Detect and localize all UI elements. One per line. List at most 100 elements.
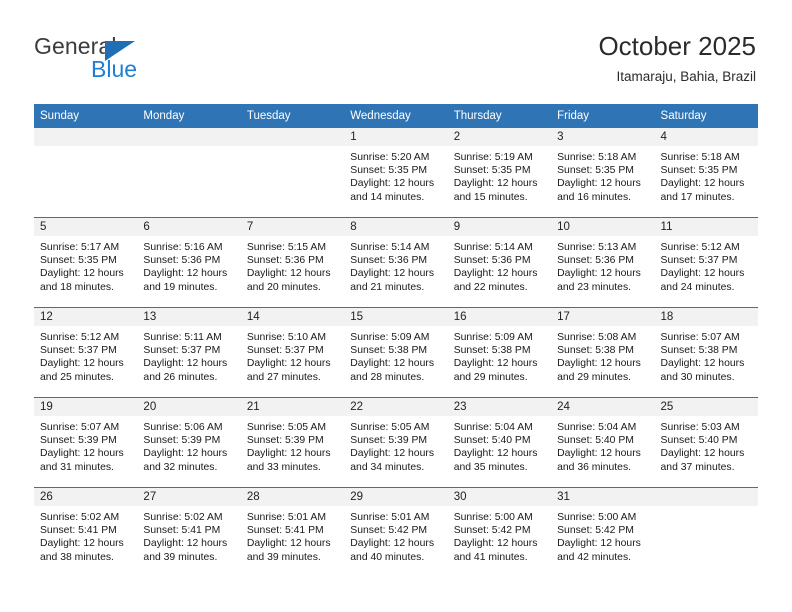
sunset-text: Sunset: 5:35 PM [40,255,117,267]
day-number: 19 [34,398,138,416]
calendar-day-cell[interactable]: 12 Sunrise: 5:12 AM Sunset: 5:37 PM Dayligh… [34,307,138,398]
sunset-text: Sunset: 5:36 PM [350,255,428,267]
sunset-text: Sunset: 5:38 PM [350,345,428,357]
daylight-text-line2: and 14 minutes. [350,191,425,203]
daylight-text-line2: and 18 minutes. [40,281,114,293]
calendar-day-cell[interactable]: 22 Sunrise: 5:05 AM Sunset: 5:39 PM Dayligh… [344,397,448,488]
sunset-text: Sunset: 5:37 PM [246,345,324,357]
weekday-header-friday: Friday [551,104,655,128]
weekday-header-sunday: Sunday [34,104,138,128]
day-number: 3 [551,128,655,146]
sunset-text: Sunset: 5:42 PM [350,525,428,537]
calendar-day-cell[interactable]: 3 Sunrise: 5:18 AM Sunset: 5:35 PM Daylight… [551,128,655,218]
sunset-text: Sunset: 5:39 PM [350,435,428,447]
daylight-text-line2: and 20 minutes. [246,281,321,293]
sunrise-text: Sunrise: 5:00 AM [453,512,533,523]
calendar-day-cell[interactable]: 10 Sunrise: 5:13 AM Sunset: 5:36 PM Dayligh… [551,217,655,308]
sunrise-text: Sunrise: 5:01 AM [246,512,326,523]
calendar-day-cell[interactable]: 15 Sunrise: 5:09 AM Sunset: 5:38 PM Dayligh… [344,307,448,398]
calendar-day-cell[interactable]: 14 Sunrise: 5:10 AM Sunset: 5:37 PM Dayligh… [240,307,345,398]
sunset-text: Sunset: 5:35 PM [557,165,634,177]
calendar-day-cell[interactable]: 21 Sunrise: 5:05 AM Sunset: 5:39 PM Dayligh… [240,397,345,488]
sunset-text: Sunset: 5:36 PM [246,255,324,267]
sunset-text: Sunset: 5:38 PM [557,345,634,357]
sunrise-text: Sunrise: 5:14 AM [350,242,430,253]
day-number: 28 [240,488,345,506]
day-number: 10 [551,218,655,236]
sunset-text: Sunset: 5:37 PM [143,345,221,357]
sunset-text: Sunset: 5:41 PM [246,525,324,537]
sunrise-text: Sunrise: 5:20 AM [350,152,430,163]
daylight-text-line2: and 22 minutes. [453,281,528,293]
daylight-text-line2: and 23 minutes. [557,281,632,293]
calendar-week-row: 1 Sunrise: 5:20 AM Sunset: 5:35 PM Daylight… [34,128,758,218]
day-details: Sunrise: 5:15 AM Sunset: 5:36 PM Daylight:… [241,236,344,294]
calendar-day-cell[interactable]: 4 Sunrise: 5:18 AM Sunset: 5:35 PM Daylight… [654,128,758,218]
daylight-text-line1: Daylight: 12 hours [143,448,228,460]
calendar-day-cell[interactable]: 29 Sunrise: 5:01 AM Sunset: 5:42 PM Dayligh… [344,487,448,577]
daylight-text-line1: Daylight: 12 hours [660,448,745,460]
calendar-day-cell[interactable]: 17 Sunrise: 5:08 AM Sunset: 5:38 PM Dayligh… [551,307,655,398]
day-number: 9 [447,218,552,236]
calendar-day-cell[interactable]: 6 Sunrise: 5:16 AM Sunset: 5:36 PM Daylight… [137,217,241,308]
day-number [34,128,138,146]
sunset-text: Sunset: 5:36 PM [453,255,531,267]
calendar-day-cell[interactable]: 2 Sunrise: 5:19 AM Sunset: 5:35 PM Daylight… [447,128,552,218]
day-details: Sunrise: 5:03 AM Sunset: 5:40 PM Daylight:… [655,416,758,474]
calendar-day-cell[interactable]: 28 Sunrise: 5:01 AM Sunset: 5:41 PM Dayligh… [240,487,345,577]
calendar-day-cell[interactable]: 23 Sunrise: 5:04 AM Sunset: 5:40 PM Dayligh… [447,397,552,488]
daylight-text-line2: and 15 minutes. [453,191,528,203]
calendar-day-cell[interactable]: 19 Sunrise: 5:07 AM Sunset: 5:39 PM Dayligh… [34,397,138,488]
calendar-day-cell[interactable]: 11 Sunrise: 5:12 AM Sunset: 5:37 PM Dayligh… [654,217,758,308]
calendar-day-cell[interactable]: 30 Sunrise: 5:00 AM Sunset: 5:42 PM Dayligh… [447,487,552,577]
weekday-header-tuesday: Tuesday [240,104,345,128]
day-number: 24 [551,398,655,416]
sunset-text: Sunset: 5:42 PM [453,525,531,537]
day-details: Sunrise: 5:18 AM Sunset: 5:35 PM Daylight:… [655,146,758,204]
daylight-text-line1: Daylight: 12 hours [557,178,641,190]
general-blue-logo: General Blue [34,34,184,86]
daylight-text-line2: and 35 minutes. [453,461,528,473]
sunrise-text: Sunrise: 5:18 AM [557,152,637,163]
day-details: Sunrise: 5:00 AM Sunset: 5:42 PM Daylight:… [551,506,654,564]
page-title: October 2025 [598,31,756,61]
daylight-text-line1: Daylight: 12 hours [246,268,331,280]
calendar-day-cell[interactable]: 31 Sunrise: 5:00 AM Sunset: 5:42 PM Dayligh… [551,487,655,577]
day-details: Sunrise: 5:14 AM Sunset: 5:36 PM Daylight:… [344,236,447,294]
calendar-day-cell[interactable]: 26 Sunrise: 5:02 AM Sunset: 5:41 PM Dayligh… [34,487,138,577]
calendar-day-cell[interactable]: 8 Sunrise: 5:14 AM Sunset: 5:36 PM Daylight… [344,217,448,308]
sunrise-text: Sunrise: 5:02 AM [143,512,223,523]
calendar-day-cell[interactable]: 18 Sunrise: 5:07 AM Sunset: 5:38 PM Dayligh… [654,307,758,398]
daylight-text-line1: Daylight: 12 hours [40,538,124,550]
calendar-day-cell[interactable]: 20 Sunrise: 5:06 AM Sunset: 5:39 PM Dayligh… [137,397,241,488]
daylight-text-line1: Daylight: 12 hours [246,538,331,550]
daylight-text-line1: Daylight: 12 hours [143,268,228,280]
sunset-text: Sunset: 5:35 PM [350,165,428,177]
sunrise-text: Sunrise: 5:05 AM [246,422,326,433]
calendar-day-cell[interactable]: 13 Sunrise: 5:11 AM Sunset: 5:37 PM Dayligh… [137,307,241,398]
weekday-header-thursday: Thursday [447,104,552,128]
calendar-day-cell[interactable]: 24 Sunrise: 5:04 AM Sunset: 5:40 PM Dayligh… [551,397,655,488]
calendar-week-row: 19 Sunrise: 5:07 AM Sunset: 5:39 PM Dayligh… [34,397,758,488]
calendar-day-cell[interactable]: 16 Sunrise: 5:09 AM Sunset: 5:38 PM Dayligh… [447,307,552,398]
daylight-text-line1: Daylight: 12 hours [246,448,331,460]
weekday-header-monday: Monday [137,104,241,128]
daylight-text-line2: and 30 minutes. [660,371,735,383]
sunrise-text: Sunrise: 5:11 AM [143,332,222,343]
day-details: Sunrise: 5:14 AM Sunset: 5:36 PM Daylight:… [448,236,551,294]
calendar-day-cell[interactable]: 9 Sunrise: 5:14 AM Sunset: 5:36 PM Daylight… [447,217,552,308]
calendar-day-cell[interactable]: 1 Sunrise: 5:20 AM Sunset: 5:35 PM Daylight… [344,128,448,218]
calendar-day-cell[interactable]: 7 Sunrise: 5:15 AM Sunset: 5:36 PM Daylight… [240,217,345,308]
day-details: Sunrise: 5:04 AM Sunset: 5:40 PM Daylight:… [551,416,654,474]
day-details: Sunrise: 5:11 AM Sunset: 5:37 PM Daylight:… [137,326,240,384]
calendar-day-cell[interactable]: 25 Sunrise: 5:03 AM Sunset: 5:40 PM Dayligh… [654,397,758,488]
day-details: Sunrise: 5:07 AM Sunset: 5:39 PM Daylight:… [34,416,137,474]
day-number: 20 [137,398,241,416]
calendar-day-cell[interactable]: 5 Sunrise: 5:17 AM Sunset: 5:35 PM Daylight… [34,217,138,308]
daylight-text-line1: Daylight: 12 hours [660,268,745,280]
day-details: Sunrise: 5:18 AM Sunset: 5:35 PM Daylight:… [551,146,654,204]
calendar-day-cell[interactable]: 27 Sunrise: 5:02 AM Sunset: 5:41 PM Dayligh… [137,487,241,577]
daylight-text-line2: and 17 minutes. [660,191,735,203]
day-number: 5 [34,218,138,236]
daylight-text-line1: Daylight: 12 hours [246,358,331,370]
